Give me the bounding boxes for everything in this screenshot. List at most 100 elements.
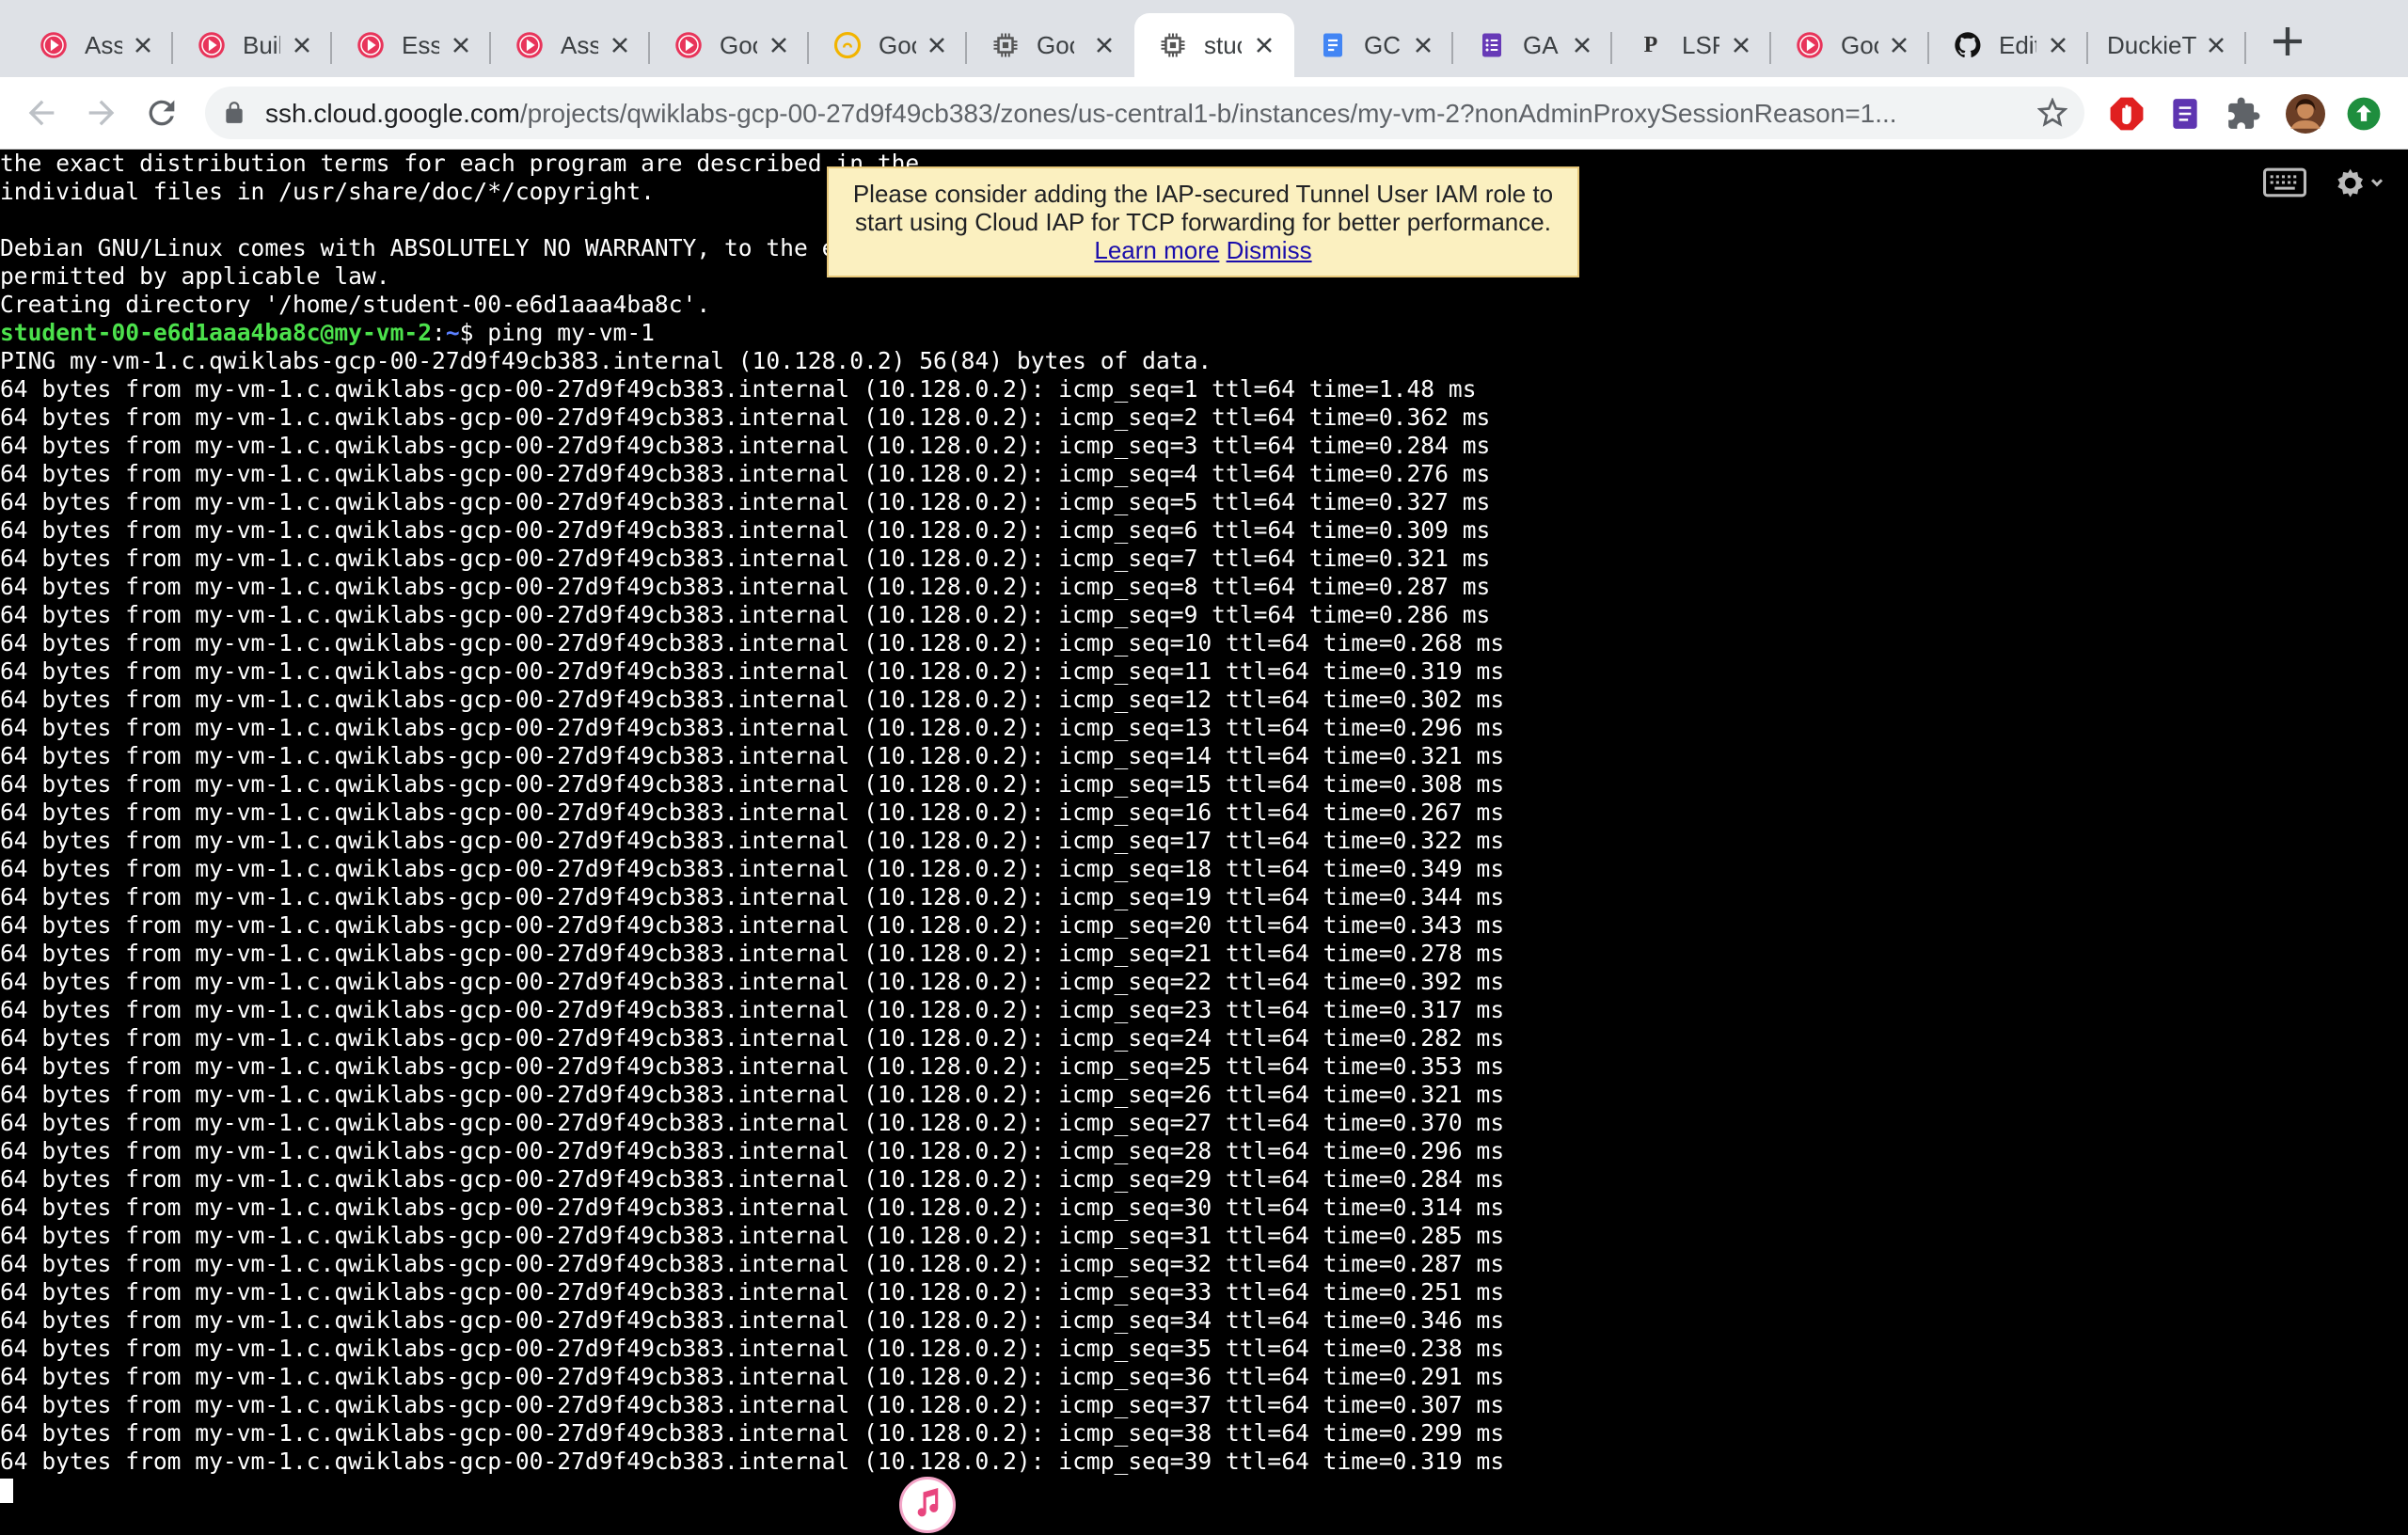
ping-reply-line: 64 bytes from my-vm-1.c.qwiklabs-gcp-00-… bbox=[0, 375, 1477, 403]
lock-icon[interactable] bbox=[222, 100, 246, 126]
ping-reply-line: 64 bytes from my-vm-1.c.qwiklabs-gcp-00-… bbox=[0, 883, 1505, 910]
browser-tab[interactable]: Goo bbox=[650, 13, 809, 77]
browser-tab[interactable]: Ess bbox=[332, 13, 491, 77]
ping-reply-line: 64 bytes from my-vm-1.c.qwiklabs-gcp-00-… bbox=[0, 1194, 1505, 1221]
terminal-output: the exact distribution terms for each pr… bbox=[0, 150, 2408, 1504]
tab-close-icon[interactable] bbox=[1730, 34, 1752, 56]
browser-tab[interactable]: stuc bbox=[1134, 13, 1294, 77]
adblock-extension-icon[interactable] bbox=[2109, 96, 2145, 132]
tab-close-icon[interactable] bbox=[2205, 34, 2227, 56]
ssh-terminal[interactable]: the exact distribution terms for each pr… bbox=[0, 150, 2408, 1505]
tab-close-icon[interactable] bbox=[1412, 34, 1434, 56]
ping-reply-line: 64 bytes from my-vm-1.c.qwiklabs-gcp-00-… bbox=[0, 516, 1491, 544]
tab-close-icon[interactable] bbox=[1253, 34, 1275, 56]
new-tab-plus-icon[interactable] bbox=[2269, 23, 2306, 60]
browser-tab[interactable]: P LSF bbox=[1612, 13, 1771, 77]
browser-tab[interactable]: Goo bbox=[967, 13, 1134, 77]
browser-tab[interactable]: Goo bbox=[1771, 13, 1929, 77]
yellow-circle-icon bbox=[833, 31, 862, 59]
ping-reply-line: 64 bytes from my-vm-1.c.qwiklabs-gcp-00-… bbox=[0, 432, 1491, 459]
ping-reply-line: 64 bytes from my-vm-1.c.qwiklabs-gcp-00-… bbox=[0, 404, 1491, 431]
ping-reply-line: 64 bytes from my-vm-1.c.qwiklabs-gcp-00-… bbox=[0, 940, 1505, 967]
ping-reply-line: 64 bytes from my-vm-1.c.qwiklabs-gcp-00-… bbox=[0, 1137, 1505, 1164]
browser-tab[interactable]: Edit bbox=[1929, 13, 2088, 77]
ping-reply-line: 64 bytes from my-vm-1.c.qwiklabs-gcp-00-… bbox=[0, 573, 1491, 600]
browser-tab[interactable]: DuckieT bbox=[2088, 13, 2246, 77]
ping-reply-line: 64 bytes from my-vm-1.c.qwiklabs-gcp-00-… bbox=[0, 1222, 1505, 1249]
tab-close-icon[interactable] bbox=[926, 34, 948, 56]
ping-reply-line: 64 bytes from my-vm-1.c.qwiklabs-gcp-00-… bbox=[0, 827, 1505, 854]
ping-reply-line: 64 bytes from my-vm-1.c.qwiklabs-gcp-00-… bbox=[0, 1391, 1505, 1418]
url-host: ssh.cloud.google.com bbox=[265, 99, 520, 128]
settings-gear-icon[interactable] bbox=[2331, 163, 2385, 200]
forms-icon bbox=[1478, 31, 1506, 59]
bookmark-star-icon[interactable] bbox=[2037, 98, 2067, 128]
url-text[interactable]: ssh.cloud.google.com/projects/qwiklabs-g… bbox=[265, 99, 1897, 129]
tab-title: DuckieT bbox=[2107, 30, 2197, 59]
tab-title: Ess bbox=[402, 30, 439, 59]
forms-extension-icon[interactable] bbox=[2167, 96, 2203, 132]
profile-avatar[interactable] bbox=[2286, 94, 2325, 134]
ping-header: PING my-vm-1.c.qwiklabs-gcp-00-27d9f49cb… bbox=[0, 347, 1212, 374]
tab-close-icon[interactable] bbox=[609, 34, 631, 56]
tab-title: Ass bbox=[85, 30, 122, 59]
update-available-icon[interactable] bbox=[2346, 96, 2382, 132]
address-bar[interactable]: ssh.cloud.google.com/projects/qwiklabs-g… bbox=[205, 87, 2084, 139]
tab-close-icon[interactable] bbox=[768, 34, 790, 56]
browser-tab[interactable]: Ass bbox=[491, 13, 650, 77]
ping-reply-line: 64 bytes from my-vm-1.c.qwiklabs-gcp-00-… bbox=[0, 742, 1505, 769]
browser-tab[interactable]: Ass bbox=[15, 13, 173, 77]
browser-tab[interactable]: GAI bbox=[1453, 13, 1612, 77]
ping-reply-line: 64 bytes from my-vm-1.c.qwiklabs-gcp-00-… bbox=[0, 629, 1505, 657]
browser-tab[interactable]: GCF bbox=[1294, 13, 1453, 77]
tab-close-icon[interactable] bbox=[1888, 34, 1910, 56]
reload-icon[interactable] bbox=[143, 94, 181, 132]
browser-tab[interactable]: Goo bbox=[809, 13, 967, 77]
keyboard-icon[interactable] bbox=[2263, 166, 2306, 198]
ping-reply-line: 64 bytes from my-vm-1.c.qwiklabs-gcp-00-… bbox=[0, 855, 1505, 882]
extensions-puzzle-icon[interactable] bbox=[2226, 96, 2261, 132]
learn-more-link[interactable]: Learn more bbox=[1094, 236, 1219, 264]
docs-icon bbox=[1319, 31, 1347, 59]
tab-title: Buil bbox=[243, 30, 280, 59]
forward-icon[interactable] bbox=[83, 94, 120, 132]
tab-close-icon[interactable] bbox=[1093, 34, 1116, 56]
notice-text: Please consider adding the IAP-secured T… bbox=[852, 180, 1554, 236]
dismiss-link[interactable]: Dismiss bbox=[1227, 236, 1312, 264]
red-play-icon bbox=[1796, 31, 1824, 59]
cursor-line bbox=[0, 1476, 2408, 1504]
tab-title: Goo bbox=[879, 30, 916, 59]
terminal-line: Creating directory '/home/student-00-e6d… bbox=[0, 291, 711, 318]
music-note-icon bbox=[917, 1488, 939, 1517]
tab-close-icon[interactable] bbox=[2047, 34, 2069, 56]
ping-reply-line: 64 bytes from my-vm-1.c.qwiklabs-gcp-00-… bbox=[0, 488, 1491, 515]
browser-tab[interactable]: Buil bbox=[173, 13, 332, 77]
prompt-user-host: student-00-e6d1aaa4ba8c@my-vm-2 bbox=[0, 319, 433, 346]
ping-reply-line: 64 bytes from my-vm-1.c.qwiklabs-gcp-00-… bbox=[0, 911, 1505, 939]
ping-reply-line: 64 bytes from my-vm-1.c.qwiklabs-gcp-00-… bbox=[0, 1165, 1505, 1193]
url-path: /projects/qwiklabs-gcp-00-27d9f49cb383/z… bbox=[519, 99, 1897, 128]
tab-close-icon[interactable] bbox=[291, 34, 313, 56]
red-play-icon bbox=[674, 31, 703, 59]
itunes-dock-icon[interactable] bbox=[899, 1477, 956, 1533]
ping-reply-line: 64 bytes from my-vm-1.c.qwiklabs-gcp-00-… bbox=[0, 799, 1505, 826]
tab-close-icon[interactable] bbox=[450, 34, 472, 56]
ping-reply-line: 64 bytes from my-vm-1.c.qwiklabs-gcp-00-… bbox=[0, 996, 1505, 1023]
chip-icon bbox=[1159, 31, 1187, 59]
ping-reply-line: 64 bytes from my-vm-1.c.qwiklabs-gcp-00-… bbox=[0, 1024, 1505, 1052]
ping-reply-line: 64 bytes from my-vm-1.c.qwiklabs-gcp-00-… bbox=[0, 1278, 1505, 1306]
terminal-cursor bbox=[0, 1479, 13, 1503]
tab-close-icon[interactable] bbox=[132, 34, 154, 56]
tab-title: Ass bbox=[561, 30, 598, 59]
ping-reply-line: 64 bytes from my-vm-1.c.qwiklabs-gcp-00-… bbox=[0, 1363, 1505, 1390]
p-icon: P bbox=[1643, 32, 1658, 57]
back-icon[interactable] bbox=[23, 94, 60, 132]
ping-reply-line: 64 bytes from my-vm-1.c.qwiklabs-gcp-00-… bbox=[0, 1448, 1505, 1475]
github-icon bbox=[1954, 31, 1982, 59]
tab-separator bbox=[2244, 32, 2246, 64]
ping-reply-line: 64 bytes from my-vm-1.c.qwiklabs-gcp-00-… bbox=[0, 770, 1505, 798]
tab-close-icon[interactable] bbox=[1571, 34, 1593, 56]
ping-reply-line: 64 bytes from my-vm-1.c.qwiklabs-gcp-00-… bbox=[0, 460, 1491, 487]
tab-title: Goo bbox=[1037, 30, 1074, 59]
ping-reply-line: 64 bytes from my-vm-1.c.qwiklabs-gcp-00-… bbox=[0, 1306, 1505, 1334]
